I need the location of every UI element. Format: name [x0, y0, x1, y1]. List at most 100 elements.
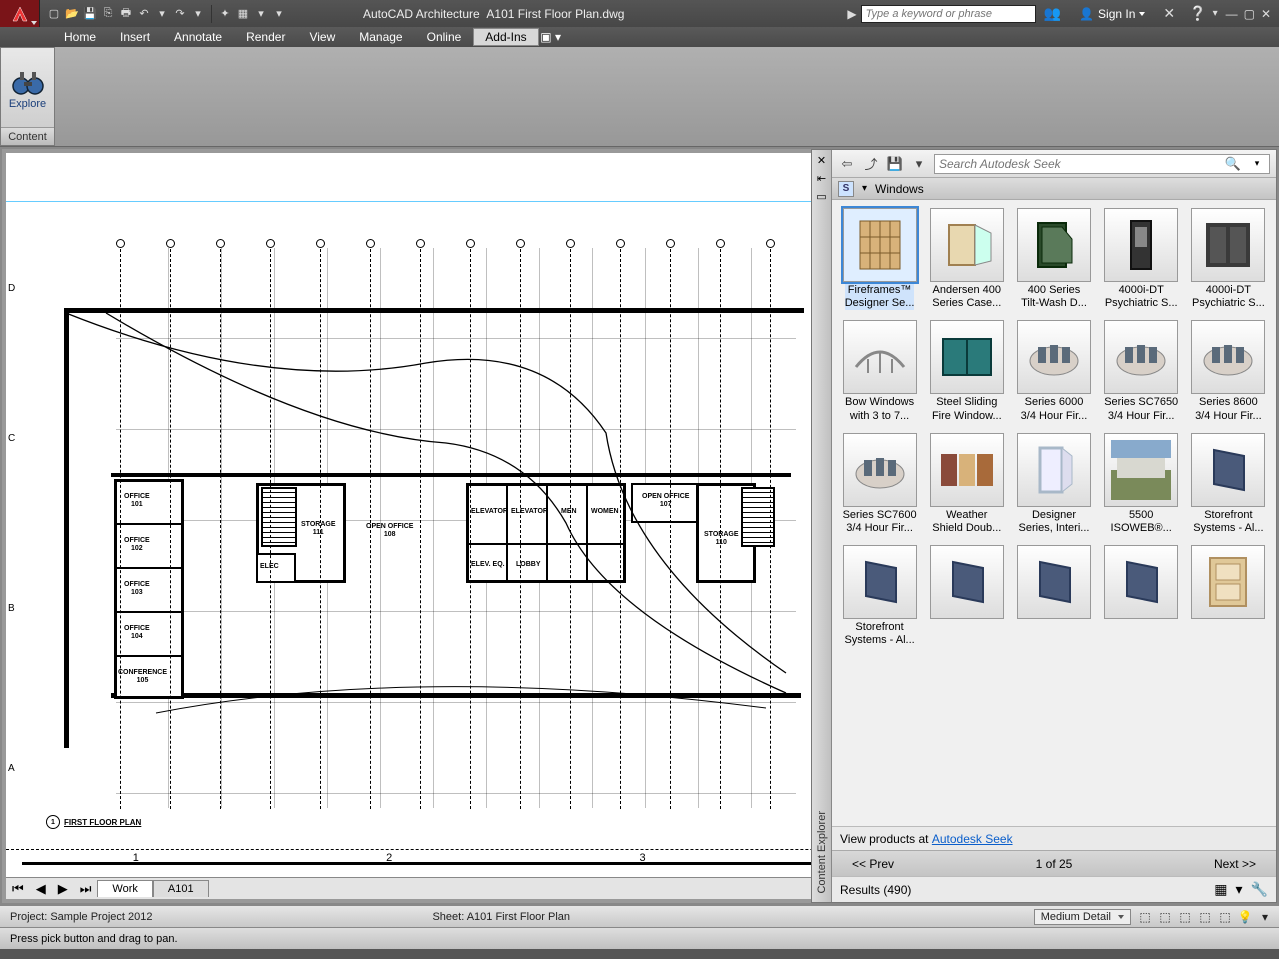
search-exec-icon[interactable]: ▶ — [847, 7, 856, 21]
next-button[interactable]: Next >> — [1214, 857, 1256, 871]
seek-search-input[interactable] — [935, 157, 1221, 171]
panel-handle[interactable]: ✕ ⇤ ▭ Content Explorer — [812, 150, 832, 902]
tab-online[interactable]: Online — [415, 28, 474, 46]
tab-left-icon[interactable]: ◀ — [30, 881, 52, 897]
back-icon[interactable]: ⇦ — [838, 155, 856, 173]
tray-dd-icon[interactable]: ▾ — [1257, 909, 1273, 925]
grid-bubble — [316, 239, 325, 248]
result-item[interactable]: Series SC76503/4 Hour Fir... — [1102, 320, 1181, 422]
tab-view[interactable]: View — [297, 28, 347, 46]
status-tray: ⬚ ⬚ ⬚ ⬚ ⬚ 💡 ▾ — [1131, 909, 1279, 925]
seek-logo-icon[interactable]: S — [838, 181, 854, 197]
seek-link[interactable]: Autodesk Seek — [932, 832, 1013, 846]
tray-icon[interactable]: 💡 — [1237, 909, 1253, 925]
grid-bubble — [166, 239, 175, 248]
tray-icon[interactable]: ⬚ — [1177, 909, 1193, 925]
tool-b-dd-icon[interactable]: ▾ — [253, 6, 269, 22]
result-item[interactable]: 400 SeriesTilt-Wash D... — [1014, 208, 1093, 310]
help-icon[interactable]: ❔ — [1189, 5, 1206, 22]
tab-manage[interactable]: Manage — [347, 28, 414, 46]
app-menu-button[interactable] — [0, 0, 40, 27]
explorer-status: Results (490) ▦ ▾ 🔧 — [832, 876, 1276, 902]
tray-icon[interactable]: ⬚ — [1217, 909, 1233, 925]
result-item[interactable] — [927, 545, 1006, 647]
tab-home[interactable]: Home — [52, 28, 108, 46]
user-icon: 👤 — [1079, 7, 1094, 21]
layout-tab[interactable]: A101 — [153, 880, 209, 897]
signin-button[interactable]: 👤 Sign In — [1079, 7, 1145, 21]
tray-icon[interactable]: ⬚ — [1137, 909, 1153, 925]
undo-dd-icon[interactable]: ▾ — [154, 6, 170, 22]
new-icon[interactable]: ▢ — [46, 6, 62, 22]
settings-icon[interactable]: 🔧 — [1251, 881, 1268, 898]
grid-bubble — [766, 239, 775, 248]
view-mode-icon[interactable]: ▦ — [1214, 881, 1227, 898]
tray-icon[interactable]: ⬚ — [1197, 909, 1213, 925]
saveas-icon[interactable]: ⎘ — [100, 6, 116, 22]
print-icon[interactable]: 🖶 — [118, 6, 134, 22]
panel-close-icon[interactable]: ✕ — [815, 154, 829, 168]
detail-level-dropdown[interactable]: Medium Detail — [1034, 909, 1131, 925]
exchange-icon[interactable]: ✕ — [1163, 5, 1175, 22]
search-icon[interactable]: 🔍 — [1221, 156, 1245, 172]
result-item[interactable]: Steel SlidingFire Window... — [927, 320, 1006, 422]
grid-bubble — [466, 239, 475, 248]
view-dd-icon[interactable]: ▾ — [1236, 881, 1243, 898]
result-item[interactable]: StorefrontSystems - Al... — [840, 545, 919, 647]
redo-icon[interactable]: ↷ — [172, 6, 188, 22]
tab-last-icon[interactable]: ⏭ — [74, 881, 98, 897]
result-caption: StorefrontSystems - Al... — [1193, 509, 1263, 535]
minimize-icon[interactable]: — — [1226, 7, 1238, 21]
result-item[interactable]: Bow Windowswith 3 to 7... — [840, 320, 919, 422]
help-dd-icon[interactable]: ▾ — [1213, 8, 1218, 19]
qat-dd-icon[interactable]: ▾ — [271, 6, 287, 22]
project-status-bar: Project: Sample Project 2012 Sheet: A101… — [0, 905, 1279, 927]
tab-right-icon[interactable]: ▶ — [52, 881, 74, 897]
panel-pin-icon[interactable]: ⇤ — [815, 172, 829, 186]
result-item[interactable]: Series 60003/4 Hour Fir... — [1014, 320, 1093, 422]
close-icon[interactable]: ✕ — [1261, 7, 1271, 21]
layout-tab[interactable]: Work — [97, 880, 152, 897]
save-icon[interactable]: 💾 — [886, 155, 904, 173]
panel-menu-icon[interactable]: ▭ — [815, 190, 829, 204]
tab-addins[interactable]: Add-Ins — [473, 28, 538, 46]
redo-dd-icon[interactable]: ▾ — [190, 6, 206, 22]
tool-b-icon[interactable]: ▦ — [235, 6, 251, 22]
result-item[interactable] — [1014, 545, 1093, 647]
cat-dd-icon[interactable]: ▾ — [862, 183, 867, 194]
result-item[interactable]: 5500ISOWEB®... — [1102, 433, 1181, 535]
save-dd-icon[interactable]: ▾ — [910, 155, 928, 173]
undo-icon[interactable]: ↶ — [136, 6, 152, 22]
help-search-input[interactable] — [861, 5, 1036, 23]
maximize-icon[interactable]: ▢ — [1244, 7, 1255, 21]
result-item[interactable]: 4000i-DTPsychiatric S... — [1189, 208, 1268, 310]
result-item[interactable]: Andersen 400Series Case... — [927, 208, 1006, 310]
search-dd-icon[interactable]: ▾ — [1245, 158, 1269, 169]
tab-annotate[interactable]: Annotate — [162, 28, 234, 46]
open-icon[interactable]: 📂 — [64, 6, 80, 22]
tab-render[interactable]: Render — [234, 28, 297, 46]
quick-access-toolbar: ▢ 📂 💾 ⎘ 🖶 ↶ ▾ ↷ ▾ ✦ ▦ ▾ ▾ — [40, 5, 293, 23]
save-icon[interactable]: 💾 — [82, 6, 98, 22]
result-item[interactable]: WeatherShield Doub... — [927, 433, 1006, 535]
result-thumb — [843, 545, 917, 619]
page-indicator: 1 of 25 — [1036, 857, 1073, 871]
tab-prev-icon[interactable]: ⏮ — [6, 881, 30, 897]
result-item[interactable]: Series 86003/4 Hour Fir... — [1189, 320, 1268, 422]
result-item[interactable]: Fireframes™Designer Se... — [840, 208, 919, 310]
tool-a-icon[interactable]: ✦ — [217, 6, 233, 22]
result-item[interactable] — [1189, 545, 1268, 647]
tab-extra-icon[interactable]: ▣ ▾ — [539, 30, 563, 44]
subscription-icon[interactable]: 👥 — [1044, 5, 1061, 22]
result-item[interactable] — [1102, 545, 1181, 647]
up-icon[interactable]: ⤴ — [862, 155, 880, 173]
explore-button[interactable]: Explore — [1, 48, 54, 127]
prev-button[interactable]: << Prev — [852, 857, 894, 871]
tray-icon[interactable]: ⬚ — [1157, 909, 1173, 925]
result-item[interactable]: 4000i-DTPsychiatric S... — [1102, 208, 1181, 310]
tab-insert[interactable]: Insert — [108, 28, 162, 46]
result-item[interactable]: StorefrontSystems - Al... — [1189, 433, 1268, 535]
result-item[interactable]: Series SC76003/4 Hour Fir... — [840, 433, 919, 535]
result-thumb — [1191, 320, 1265, 394]
result-item[interactable]: DesignerSeries, Interi... — [1014, 433, 1093, 535]
